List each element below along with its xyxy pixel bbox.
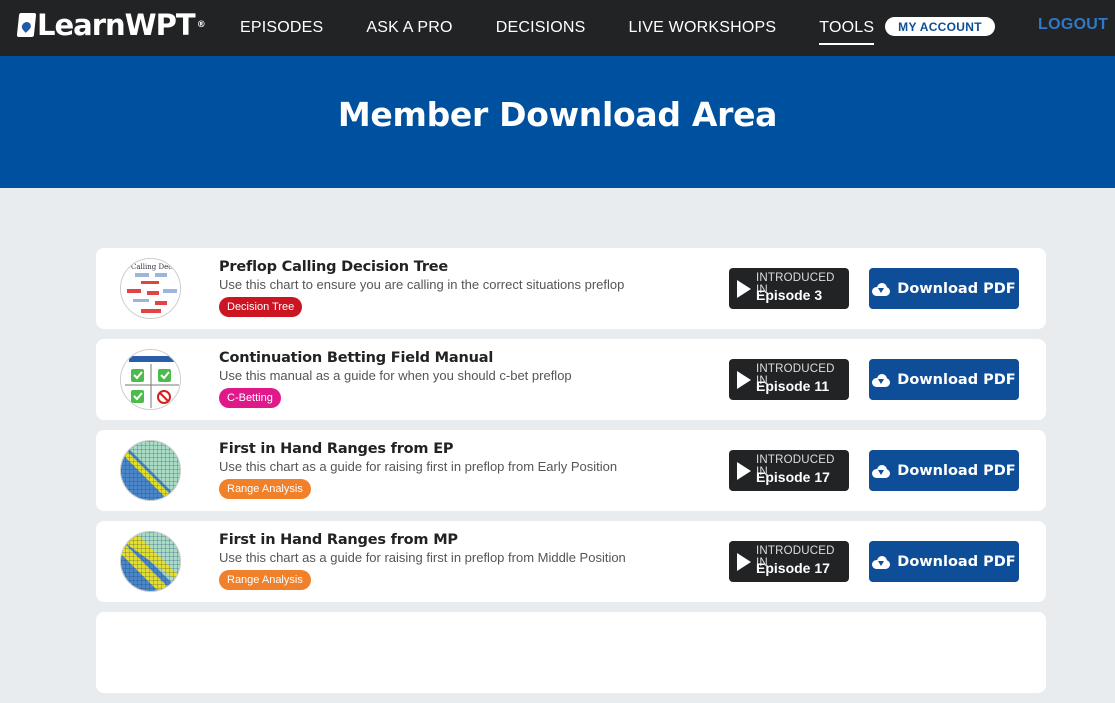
my-account-button[interactable]: MY ACCOUNT <box>885 17 995 36</box>
item-description: Use this chart as a guide for raising fi… <box>219 459 618 474</box>
item-description: Use this chart to ensure you are calling… <box>219 277 625 292</box>
episode-label: Episode 17 <box>756 469 830 485</box>
nav-decisions[interactable]: DECISIONS <box>496 13 586 43</box>
episode-badge[interactable]: INTRODUCED IN Episode 17 <box>729 450 849 491</box>
nav-ask-a-pro[interactable]: ASK A PRO <box>366 13 452 43</box>
play-icon <box>737 280 751 298</box>
download-pdf-button[interactable]: Download PDF <box>869 541 1019 582</box>
cloud-download-icon <box>872 464 891 478</box>
nav-episodes[interactable]: EPISODES <box>240 13 323 43</box>
download-pdf-button[interactable]: Download PDF <box>869 359 1019 400</box>
download-list: Calling Decis Preflop Calling Decision T… <box>96 248 1046 703</box>
learnwpt-logo[interactable]: LearnWPT ® <box>16 8 206 42</box>
cloud-download-icon <box>872 282 891 296</box>
top-navigation-bar: LearnWPT ® EPISODES ASK A PRO DECISIONS … <box>0 0 1115 56</box>
episode-badge[interactable]: INTRODUCED IN Episode 11 <box>729 359 849 400</box>
logo-registered-mark: ® <box>196 20 206 30</box>
download-item: Calling Decis Preflop Calling Decision T… <box>96 248 1046 329</box>
download-item-partial <box>96 612 1046 693</box>
item-title: First in Hand Ranges from EP <box>219 441 454 457</box>
episode-label: Episode 17 <box>756 560 830 576</box>
category-tag[interactable]: C-Betting <box>219 388 281 408</box>
range-ep-thumbnail <box>120 440 181 501</box>
episode-badge[interactable]: INTRODUCED IN Episode 3 <box>729 268 849 309</box>
cloud-download-icon <box>872 555 891 569</box>
download-label: Download PDF <box>897 371 1016 388</box>
page-title: Member Download Area <box>337 94 778 134</box>
hero-banner: Member Download Area <box>0 56 1115 188</box>
category-tag[interactable]: Range Analysis <box>219 570 311 590</box>
episode-label: Episode 3 <box>756 287 823 303</box>
play-icon <box>737 462 751 480</box>
item-title: First in Hand Ranges from MP <box>219 532 458 548</box>
svg-text:Calling Decis: Calling Decis <box>131 263 178 271</box>
play-icon <box>737 553 751 571</box>
logout-link[interactable]: LOGOUT <box>1038 16 1108 34</box>
nav-live-workshops[interactable]: LIVE WORKSHOPS <box>629 13 777 43</box>
episode-badge[interactable]: INTRODUCED IN Episode 17 <box>729 541 849 582</box>
logo-text: LearnWPT <box>37 8 196 42</box>
download-label: Download PDF <box>897 280 1016 297</box>
cbet-manual-thumbnail <box>120 349 181 410</box>
item-title: Continuation Betting Field Manual <box>219 350 494 366</box>
nav-tools[interactable]: TOOLS <box>819 13 875 45</box>
calling-tree-thumbnail: Calling Decis <box>120 258 181 319</box>
download-item: First in Hand Ranges from MP Use this ch… <box>96 521 1046 602</box>
item-description: Use this chart as a guide for raising fi… <box>219 550 626 565</box>
category-tag[interactable]: Decision Tree <box>219 297 303 317</box>
episode-label: Episode 11 <box>756 378 830 394</box>
item-description: Use this manual as a guide for when you … <box>219 368 572 383</box>
play-icon <box>737 371 751 389</box>
cloud-download-icon <box>872 373 891 387</box>
range-mp-thumbnail <box>120 531 181 592</box>
item-title: Preflop Calling Decision Tree <box>219 259 449 275</box>
main-nav: EPISODES ASK A PRO DECISIONS LIVE WORKSH… <box>240 0 917 56</box>
download-pdf-button[interactable]: Download PDF <box>869 450 1019 491</box>
download-item: Continuation Betting Field Manual Use th… <box>96 339 1046 420</box>
download-pdf-button[interactable]: Download PDF <box>869 268 1019 309</box>
card-logo-icon <box>16 13 37 37</box>
category-tag[interactable]: Range Analysis <box>219 479 311 499</box>
download-label: Download PDF <box>897 553 1016 570</box>
download-label: Download PDF <box>897 462 1016 479</box>
download-item: First in Hand Ranges from EP Use this ch… <box>96 430 1046 511</box>
